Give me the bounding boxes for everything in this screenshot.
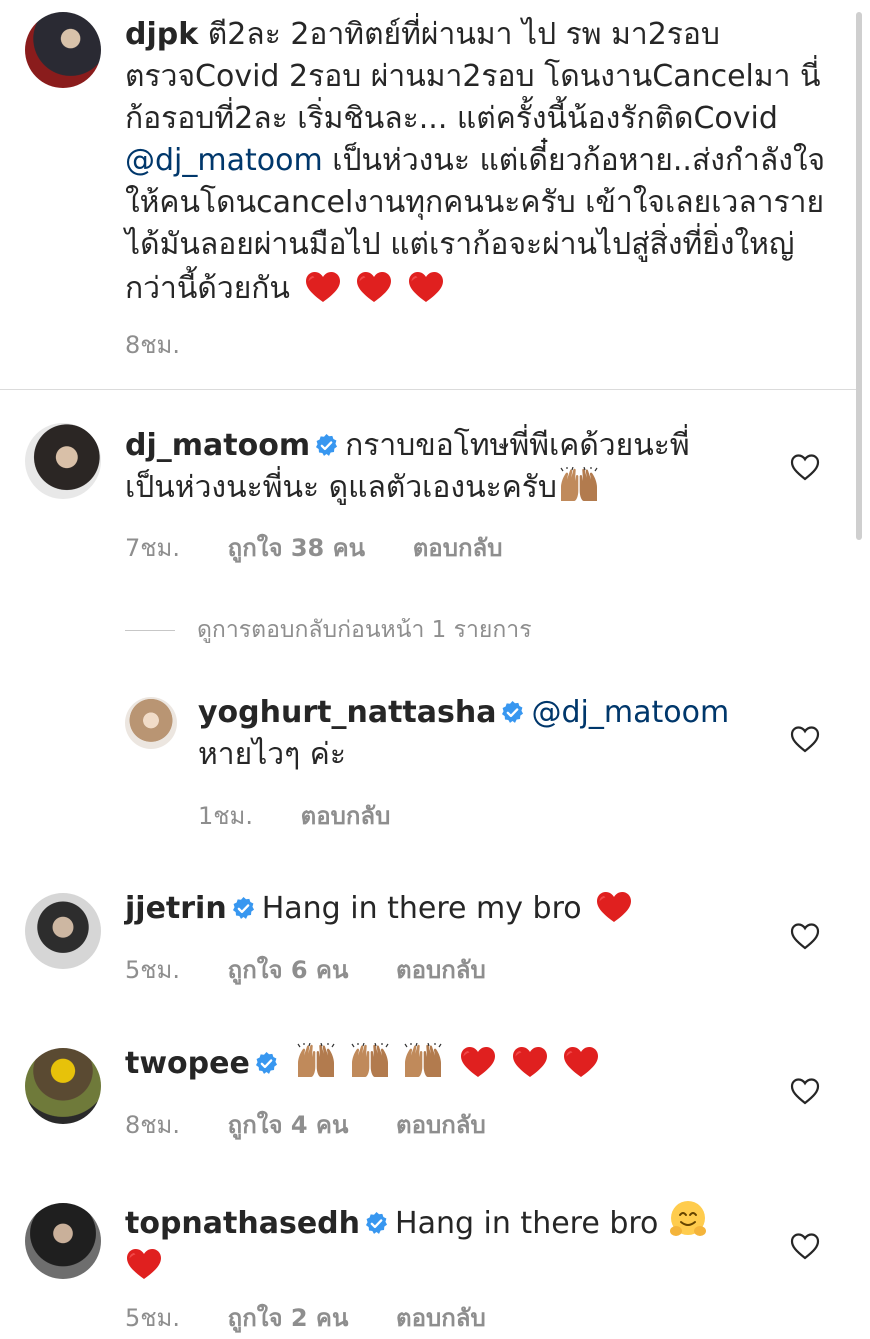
caption-line: ตรวจCovid 2รอบ ผ่านมา2รอบ โดนงานCancelมา… xyxy=(125,59,821,94)
verified-badge-icon xyxy=(254,1051,279,1076)
view-previous-replies-button[interactable]: ดูการตอบกลับก่อนหน้า 1 รายการ xyxy=(125,612,532,648)
comment-text: dj_matoom กราบขอโทษพี่พีเคด้วยนะพี่ เป็นห… xyxy=(125,425,765,509)
comment-time: 7ชม. xyxy=(125,534,181,562)
caption-line: ให้คนโดนcancelงานทุกคนนะครับ เข้าใจเลยเว… xyxy=(125,185,825,220)
caption-line: ได้มันลอยผ่านมือไป แต่เราก้อจะผ่านไปสู่ส… xyxy=(125,227,795,262)
caption-line: กว่านี้ด้วยกัน xyxy=(125,271,290,306)
reply-button[interactable]: ตอบกลับ xyxy=(413,534,503,562)
comment-text: jjetrin Hang in there my bro xyxy=(125,888,765,930)
reply-button[interactable]: ตอบกลับ xyxy=(396,956,486,984)
verified-badge-icon xyxy=(500,700,525,725)
likes-count-button[interactable]: ถูกใจ 2 คน xyxy=(228,1304,349,1332)
heart-outline-icon[interactable] xyxy=(790,453,820,481)
likes-count-button[interactable]: ถูกใจ 4 คน xyxy=(228,1111,349,1139)
view-replies-label: ดูการตอบกลับก่อนหน้า 1 รายการ xyxy=(197,617,532,643)
comment-body: เป็นห่วงนะพี่นะ ดูแลตัวเองนะครับ xyxy=(125,470,557,505)
comment-time: 5ชม. xyxy=(125,1304,181,1332)
divider xyxy=(0,389,858,390)
comment-meta: 7ชม. ถูกใจ 38 คน ตอบกลับ xyxy=(125,528,542,567)
caption-username[interactable]: djpk xyxy=(125,17,198,52)
avatar-dj-matoom[interactable] xyxy=(25,423,101,499)
reply-mention[interactable]: @dj_matoom xyxy=(531,695,729,730)
red-heart-emoji xyxy=(125,1247,163,1281)
comment-body: กราบขอโทษพี่พีเคด้วยนะพี่ xyxy=(345,428,690,463)
reply-button[interactable]: ตอบกลับ xyxy=(396,1304,486,1332)
comment-text: topnathasedh Hang in there bro xyxy=(125,1199,765,1287)
comment-username[interactable]: topnathasedh xyxy=(125,1206,360,1241)
avatar-yoghurt-nattasha[interactable] xyxy=(125,697,177,749)
verified-badge-icon xyxy=(314,433,339,458)
red-heart-emoji xyxy=(459,1045,497,1079)
heart-outline-icon[interactable] xyxy=(790,1077,820,1105)
caption-time: 8ชม. xyxy=(125,331,181,359)
comment-time: 8ชม. xyxy=(125,1111,181,1139)
reply-time: 1ชม. xyxy=(198,802,254,830)
avatar-topnathasedh[interactable] xyxy=(25,1203,101,1279)
reply-text: yoghurt_nattasha @dj_matoom หายไวๆ ค่ะ xyxy=(198,692,758,776)
comment-username[interactable]: twopee xyxy=(125,1046,250,1081)
likes-count-button[interactable]: ถูกใจ 6 คน xyxy=(228,956,349,984)
comment-meta: 5ชม. ถูกใจ 6 คน ตอบกลับ xyxy=(125,950,526,989)
red-heart-emoji xyxy=(304,270,342,304)
comment-body: Hang in there my bro xyxy=(261,891,582,926)
avatar-twopee[interactable] xyxy=(25,1048,101,1124)
caption-line: ตี2ละ 2อาทิตย์ที่ผ่านมา ไป รพ มา2รอบ xyxy=(207,17,720,52)
caption-mention[interactable]: @dj_matoom xyxy=(125,143,323,178)
praying-hands-emoji xyxy=(557,467,601,503)
heart-outline-icon[interactable] xyxy=(790,1232,820,1260)
red-heart-emoji xyxy=(511,1045,549,1079)
verified-badge-icon xyxy=(231,896,256,921)
red-heart-emoji xyxy=(407,270,445,304)
praise-hands-emoji xyxy=(294,1043,338,1079)
reply-username[interactable]: yoghurt_nattasha xyxy=(198,695,496,730)
caption-meta: 8ชม. xyxy=(125,325,220,364)
comment-body: Hang in there bro xyxy=(395,1206,659,1241)
comment-username[interactable]: dj_matoom xyxy=(125,428,310,463)
caption-line: ก้อรอบที่2ละ เริ่มชินละ... แต่ครั้งนี้น้… xyxy=(125,101,778,136)
comment-meta: 8ชม. ถูกใจ 4 คน ตอบกลับ xyxy=(125,1105,526,1144)
red-heart-emoji xyxy=(355,270,393,304)
caption-text: djpk ตี2ละ 2อาทิตย์ที่ผ่านมา ไป รพ มา2รอ… xyxy=(125,14,845,310)
verified-badge-icon xyxy=(364,1211,389,1236)
red-heart-emoji xyxy=(595,890,633,924)
comment-meta: 5ชม. ถูกใจ 2 คน ตอบกลับ xyxy=(125,1298,526,1337)
comment-text: twopee xyxy=(125,1043,765,1085)
reply-body: หายไวๆ ค่ะ xyxy=(198,737,346,772)
heart-outline-icon[interactable] xyxy=(790,922,820,950)
scrollbar[interactable] xyxy=(856,12,862,540)
reply-meta: 1ชม. ตอบกลับ xyxy=(198,796,430,835)
hugging-face-emoji xyxy=(668,1199,708,1239)
heart-outline-icon[interactable] xyxy=(790,725,820,753)
comment-username[interactable]: jjetrin xyxy=(125,891,227,926)
praise-hands-emoji xyxy=(401,1043,445,1079)
reply-button[interactable]: ตอบกลับ xyxy=(396,1111,486,1139)
red-heart-emoji xyxy=(562,1045,600,1079)
likes-count-button[interactable]: ถูกใจ 38 คน xyxy=(228,534,365,562)
caption-line: เป็นห่วงนะ แต่เดี๋ยวก้อหาย..ส่งกำลังใจ xyxy=(332,143,826,178)
avatar-djpk[interactable] xyxy=(25,12,101,88)
avatar-jjetrin[interactable] xyxy=(25,893,101,969)
comment-time: 5ชม. xyxy=(125,956,181,984)
praise-hands-emoji xyxy=(348,1043,392,1079)
reply-button[interactable]: ตอบกลับ xyxy=(301,802,391,830)
replies-line xyxy=(125,630,175,631)
